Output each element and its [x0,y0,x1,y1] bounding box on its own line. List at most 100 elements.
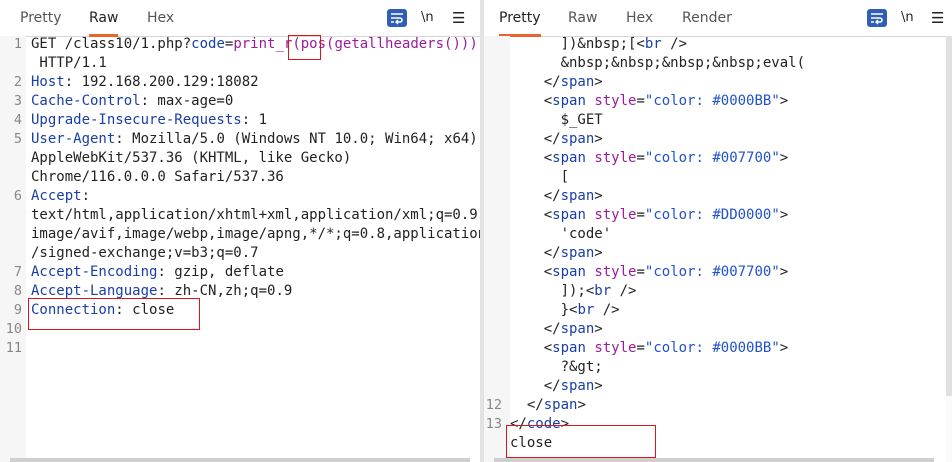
code-line: [ [510,168,569,187]
tab-render[interactable]: Render [682,0,732,36]
code-token: [ [510,169,570,185]
line-number: 1 [13,36,22,52]
code-token: Cache-Control [31,93,141,109]
code-token: > [779,207,789,223]
code-token: span [552,93,586,109]
horizontal-scrollbar[interactable] [10,458,470,462]
code-token: AppleWebKit/537.36 (KHTML, like Gecko) [31,150,352,166]
menu-icon[interactable]: ☰ [931,9,944,27]
line-number: 13 [485,416,502,432]
code-token: > [779,150,789,166]
code-token: Chrome/116.0.0.0 Safari/537.36 [31,169,284,185]
code-token: </ [510,321,561,337]
code-line: image/avif,image/webp,image/apng,*/*;q=0… [31,225,480,244]
horizontal-scrollbar[interactable] [494,458,934,462]
newline-toggle-button[interactable]: \n [901,9,914,27]
code-line: </span> [510,244,603,263]
newline-toggle-button[interactable]: \n [421,9,434,27]
wrap-toggle-icon[interactable] [387,9,407,27]
code-token: "color: #DD0000" [644,207,780,223]
request-tabs: Pretty Raw Hex \n ☰ [0,0,480,37]
code-token: > [779,264,789,280]
code-token: /signed-exchange;v=b3;q=0.7 [31,245,259,261]
line-number: 6 [13,188,22,204]
code-token: </ [510,397,544,413]
code-token: style [594,264,637,280]
tab-hex[interactable]: Hex [626,0,653,36]
code-token: = [636,207,645,223]
request-panel: Pretty Raw Hex \n ☰ 1 GET /class10/1.php?… [0,0,480,462]
code-line: &nbsp;&nbsp;&nbsp;&nbsp;eval( [510,54,805,73]
code-line: 'code' [510,225,612,244]
code-line: </span> [510,320,603,339]
code-token: style [594,207,637,223]
code-line: </span> [510,130,603,149]
code-line: <span style="color: #DD0000"> [510,206,789,225]
vertical-scrollbar[interactable] [946,36,952,462]
code-token: = [636,264,645,280]
code-token: /> [594,302,620,318]
code-token: Accept-Language [31,283,158,299]
code-token: > [779,93,789,109]
code-token: code [191,36,225,52]
wrap-toggle-icon[interactable] [867,9,887,27]
code-token: > [594,74,603,90]
menu-icon[interactable]: ☰ [452,9,465,27]
vertical-scrollbar-thumb[interactable] [946,36,952,396]
code-line: <span style="color: #0000BB"> [510,92,789,111]
code-line: <span style="color: #0000BB"> [510,339,789,358]
highlight-box-close [506,425,656,458]
code-token: HTTP/1.1 [31,55,107,71]
code-token: Upgrade-Insecure-Requests [31,112,242,128]
tab-pretty[interactable]: Pretty [20,0,62,36]
code-line: User-Agent: Mozilla/5.0 (Windows NT 10.0… [31,130,478,149]
code-token: /> [661,36,688,52]
tab-raw[interactable]: Raw [568,0,597,36]
tab-hex[interactable]: Hex [147,0,174,36]
line-number: 12 [485,397,502,413]
code-token: = [636,150,645,166]
code-token: br [594,283,612,299]
code-token: text/html,application/xhtml+xml,applicat… [31,207,480,223]
code-token: span [560,74,595,90]
code-token: : zh-CN,zh;q=0.9 [157,283,293,299]
code-token: </ [510,378,561,394]
line-number: 8 [13,283,22,299]
code-token: : max-age=0 [140,93,234,109]
code-line: text/html,application/xhtml+xml,applicat… [31,206,480,225]
code-line: /signed-exchange;v=b3;q=0.7 [31,244,259,263]
code-token: Host [31,74,65,90]
code-token: < [510,264,553,280]
code-token: span [560,188,595,204]
code-token: "color: #0000BB" [644,93,780,109]
code-token: < [510,93,553,109]
code-line: Accept-Encoding: gzip, deflate [31,263,284,282]
code-token: span [560,378,595,394]
code-token: GET /class10/1.php? [31,36,192,52]
code-token: </ [510,74,561,90]
code-token: </ [510,131,561,147]
code-line: <span style="color: #007700"> [510,149,789,168]
tab-raw[interactable]: Raw [89,0,119,37]
code-token: > [594,188,603,204]
code-token: span [552,264,586,280]
tab-pretty[interactable]: Pretty [499,0,541,37]
highlight-box-pos [288,35,321,60]
code-line: ?&gt; [510,358,603,377]
code-line: </span> [510,187,603,206]
code-token: : 1 [241,112,268,128]
code-line: <span style="color: #007700"> [510,263,789,282]
code-token: br [644,36,662,52]
line-number: 4 [13,112,22,128]
line-number: 7 [13,264,22,280]
code-token: span [560,245,595,261]
response-tabs: Pretty Raw Hex Render \n ☰ [484,0,952,37]
code-token: "color: #007700" [644,150,780,166]
code-token: < [510,340,553,356]
code-token: span [552,207,586,223]
code-token: > [779,340,789,356]
code-token: 'code' [510,226,612,242]
code-token: Accept-Encoding [31,264,158,280]
code-token: span [552,340,586,356]
response-panel: Pretty Raw Hex Render \n ☰ ])&nbsp;[<br … [484,0,952,462]
